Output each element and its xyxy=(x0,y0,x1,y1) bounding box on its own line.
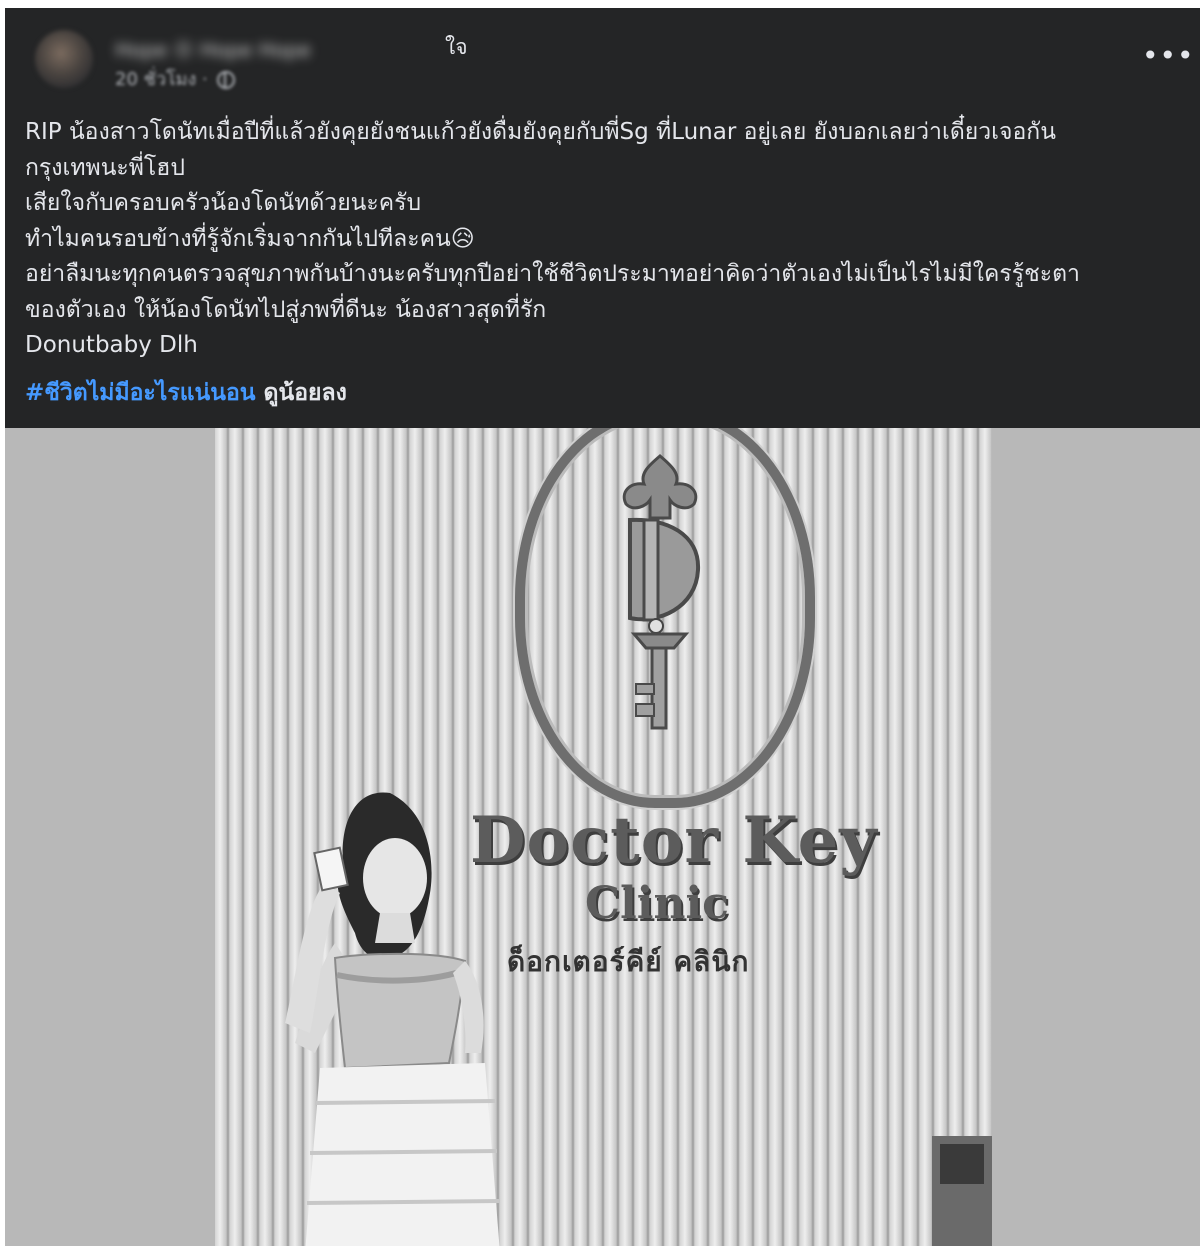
post-header: Hope Ⓞ Hope Hope ใจ 20 ชั่วโมง · ••• xyxy=(5,8,1200,108)
tags-line: #ชีวิตไม่มีอะไรแน่นอน ดูน้อยลง xyxy=(25,378,347,408)
avatar[interactable] xyxy=(35,30,93,88)
post-line: อย่าลืมนะทุกคนตรวจสุขภาพกันบ้างนะครับทุก… xyxy=(25,261,1080,323)
author-name[interactable]: Hope Ⓞ Hope Hope xyxy=(115,36,445,64)
author-name-tail[interactable]: ใจ xyxy=(445,33,468,61)
post-line: Donutbaby Dlh xyxy=(25,332,198,358)
sign-title: Doctor Key xyxy=(470,803,878,878)
post-line: RIP น้องสาวโดนัทเมื่อปีที่แล้วยังคุยยังช… xyxy=(25,119,1056,181)
post-line: ทำไมคนรอบข้างที่รู้จักเริ่มจากกันไปทีละค… xyxy=(25,225,475,252)
corner-object xyxy=(932,1136,992,1246)
photo-content: Doctor Key Clinic ด็อกเตอร์คีย์ คลินิก xyxy=(215,428,992,1246)
see-less-link[interactable]: ดูน้อยลง xyxy=(264,380,347,406)
post-line: เสียใจกับครอบครัวน้องโดนัทด้วยนะครับ xyxy=(25,190,422,216)
facebook-post: Hope Ⓞ Hope Hope ใจ 20 ชั่วโมง · ••• RIP… xyxy=(5,8,1200,1246)
globe-icon xyxy=(217,71,236,89)
sign-thai-text: ด็อกเตอร์คีย์ คลินิก xyxy=(507,945,750,978)
sign-subtitle: Clinic xyxy=(585,878,729,929)
person-figure xyxy=(285,792,501,1246)
key-logo-icon xyxy=(622,454,701,730)
hashtag-link[interactable]: #ชีวิตไม่มีอะไรแน่นอน xyxy=(25,380,256,406)
post-timestamp[interactable]: 20 ชั่วโมง · xyxy=(115,68,236,92)
post-photo[interactable]: Doctor Key Clinic ด็อกเตอร์คีย์ คลินิก xyxy=(5,428,1200,1246)
post-text: RIP น้องสาวโดนัทเมื่อปีที่แล้วยังคุยยังช… xyxy=(25,115,1190,364)
timestamp-text[interactable]: 20 ชั่วโมง · xyxy=(115,69,213,90)
more-options-button[interactable]: ••• xyxy=(1142,42,1194,74)
